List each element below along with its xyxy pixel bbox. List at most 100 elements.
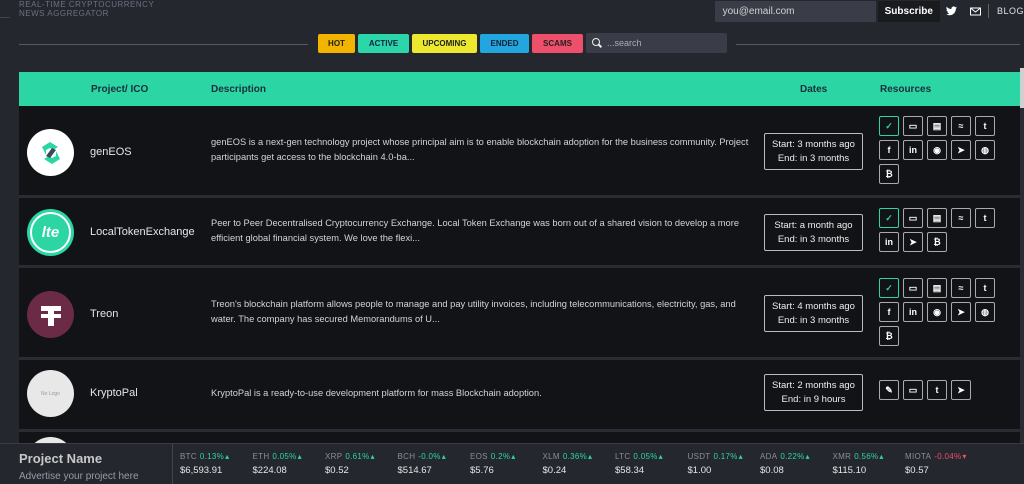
twitter-icon[interactable]: [940, 1, 964, 22]
ticker-coin[interactable]: ADA 0.22%▴ $0.08: [760, 452, 810, 476]
subscribe-button[interactable]: Subscribe: [877, 0, 940, 22]
project-logo[interactable]: lte: [27, 209, 74, 256]
ticker-coin[interactable]: XMR 0.56%▴ $115.10: [833, 452, 884, 476]
twitter-icon[interactable]: t: [975, 208, 995, 228]
monitor-icon[interactable]: ▭: [903, 208, 923, 228]
col-description: Description: [211, 83, 267, 95]
filter-ended-button[interactable]: ENDED: [480, 33, 529, 53]
email-input[interactable]: you@email.com: [714, 0, 876, 22]
ticker-coin[interactable]: BTC 0.13%▴ $6,593.91: [180, 452, 229, 476]
facebook-icon[interactable]: f: [879, 302, 899, 322]
facebook-icon[interactable]: f: [879, 140, 899, 160]
coin-symbol: BCH: [397, 452, 416, 461]
ad-slot[interactable]: Project Name Advertise your project here: [0, 444, 173, 484]
filter-active-button[interactable]: ACTIVE: [358, 33, 409, 53]
search-placeholder: ...search: [607, 38, 642, 48]
coin-price: $224.08: [252, 465, 287, 476]
scrollbar-track[interactable]: [1020, 68, 1024, 448]
github-icon[interactable]: ◉: [927, 302, 947, 322]
project-name[interactable]: KryptoPal: [90, 387, 138, 399]
arrow-up-icon: ▴: [297, 452, 302, 461]
ticker-coin[interactable]: EOS 0.2%▴ $5.76: [470, 452, 516, 476]
col-resources: Resources: [880, 83, 932, 95]
arrow-up-icon: ▴: [225, 452, 230, 461]
table-row[interactable]: Treon Treon's blockchain platform allows…: [19, 268, 1020, 360]
arrow-up-icon: ▴: [658, 452, 663, 461]
ticker-coin[interactable]: ETH 0.05%▴ $224.08: [253, 452, 302, 476]
project-name[interactable]: LocalTokenExchange: [90, 226, 195, 238]
project-dates: Start: 3 months ago End: in 3 months: [764, 133, 863, 170]
project-logo[interactable]: No Logo: [27, 370, 74, 417]
telegram-icon[interactable]: ◍: [975, 140, 995, 160]
reddit-icon[interactable]: ➤: [951, 140, 971, 160]
whitepaper-icon[interactable]: ▤: [927, 278, 947, 298]
ticker-coin[interactable]: XLM 0.36%▴ $0.24: [543, 452, 593, 476]
linkedin-icon[interactable]: in: [879, 232, 899, 252]
ticker-coin[interactable]: BCH -0.0%▴ $514.67: [398, 452, 447, 476]
table-header: Project/ ICO Description Dates Resources: [19, 72, 1020, 106]
rss-icon[interactable]: ≈: [951, 208, 971, 228]
linkedin-icon[interactable]: in: [903, 140, 923, 160]
twitter-icon[interactable]: t: [975, 116, 995, 136]
monitor-icon[interactable]: ▭: [903, 116, 923, 136]
end-date: End: in 3 months: [777, 314, 850, 326]
coin-price: $115.10: [832, 465, 867, 476]
project-dates: Start: 2 months ago End: in 9 hours: [764, 374, 863, 411]
ticker-coin[interactable]: XRP 0.61%▴ $0.52: [325, 452, 375, 476]
project-description: Treon's blockchain platform allows peopl…: [211, 299, 736, 324]
end-date: End: in 3 months: [777, 233, 850, 245]
filter-upcoming-button[interactable]: UPCOMING: [412, 33, 477, 53]
arrow-up-icon: ▴: [441, 452, 447, 461]
coin-symbol: XRP: [325, 452, 343, 461]
twitter-icon[interactable]: t: [927, 380, 947, 400]
pencil-icon[interactable]: ✎: [879, 380, 899, 400]
telegram-icon[interactable]: ➤: [951, 302, 971, 322]
search-input[interactable]: ...search: [586, 33, 727, 53]
bitcoin-icon[interactable]: ₿: [927, 232, 947, 252]
table-row[interactable]: No Logo KryptoPal KryptoPal is a ready-t…: [19, 360, 1020, 432]
coin-change: 0.61%: [345, 452, 370, 461]
col-project[interactable]: Project/ ICO: [91, 84, 148, 95]
ad-title: Project Name: [19, 451, 103, 466]
table-row[interactable]: genEOS genEOS is a next-gen technology p…: [19, 106, 1020, 198]
check-icon[interactable]: ✓: [879, 278, 899, 298]
check-icon[interactable]: ✓: [879, 116, 899, 136]
bitcoin-icon[interactable]: ₿: [879, 326, 899, 346]
ticker-coin[interactable]: MIOTA -0.04%▾ $0.57: [905, 452, 967, 476]
telegram-icon[interactable]: ➤: [903, 232, 923, 252]
project-logo[interactable]: [27, 129, 74, 176]
search-icon: [592, 38, 602, 48]
table-row[interactable]: lte LocalTokenExchange Peer to Peer Dece…: [19, 198, 1020, 268]
coin-symbol: ETH: [252, 452, 270, 461]
whitepaper-icon[interactable]: ▤: [927, 208, 947, 228]
github-icon[interactable]: ◉: [927, 140, 947, 160]
rss-icon[interactable]: ≈: [951, 116, 971, 136]
start-date: Start: a month ago: [774, 219, 853, 231]
project-description: Peer to Peer Decentralised Cryptocurrenc…: [211, 218, 739, 243]
ticker-coin[interactable]: LTC 0.05%▴ $58.34: [615, 452, 663, 476]
project-logo[interactable]: [27, 291, 74, 338]
mail-icon[interactable]: [964, 1, 988, 22]
linkedin-icon[interactable]: in: [903, 302, 923, 322]
rss-icon[interactable]: ≈: [951, 278, 971, 298]
telegram-icon[interactable]: ➤: [951, 380, 971, 400]
scrollbar-thumb[interactable]: [1020, 68, 1024, 108]
whitepaper-icon[interactable]: ▤: [927, 116, 947, 136]
coin-price: $5.76: [470, 465, 494, 476]
monitor-icon[interactable]: ▭: [903, 380, 923, 400]
project-name[interactable]: Treon: [90, 308, 118, 320]
top-bar: you@email.com Subscribe BLOG: [714, 0, 1024, 22]
logo-text: No Logo: [41, 390, 60, 397]
check-icon[interactable]: ✓: [879, 208, 899, 228]
bitcoin-icon[interactable]: ₿: [879, 164, 899, 184]
reddit-icon[interactable]: ◍: [975, 302, 995, 322]
project-name[interactable]: genEOS: [90, 146, 132, 158]
twitter-icon[interactable]: t: [975, 278, 995, 298]
filter-hot-button[interactable]: HOT: [318, 33, 355, 53]
ticker-coin[interactable]: USDT 0.17%▴ $1.00: [688, 452, 744, 476]
filter-scams-button[interactable]: SCAMS: [532, 33, 583, 53]
coin-change: 0.36%: [562, 452, 588, 461]
col-dates[interactable]: Dates: [800, 84, 827, 95]
blog-link[interactable]: BLOG: [989, 6, 1024, 16]
monitor-icon[interactable]: ▭: [903, 278, 923, 298]
